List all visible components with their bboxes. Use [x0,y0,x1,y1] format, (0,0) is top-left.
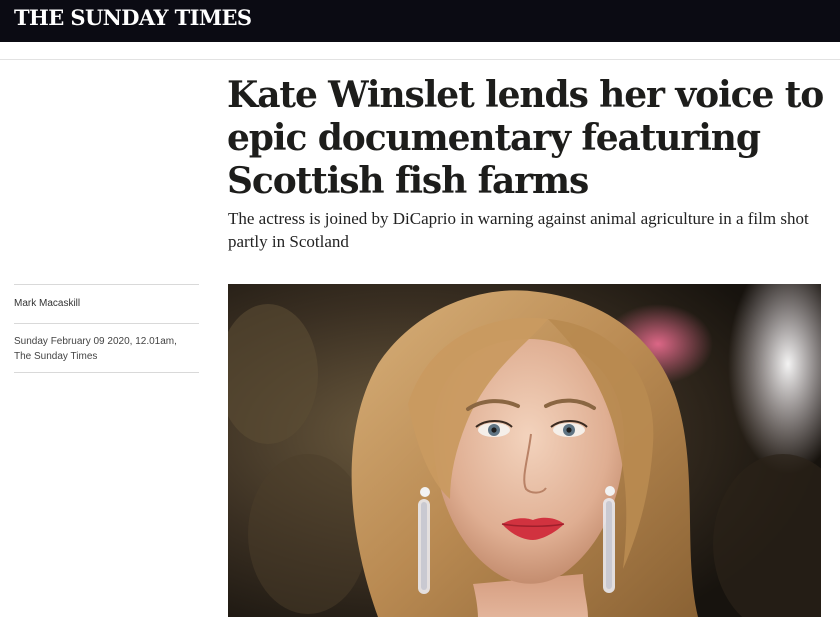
dateline: Sunday February 09 2020, 12.01am, The Su… [14,324,199,372]
earring-right [603,486,615,593]
top-bar: THE SUNDAY TIMES [0,0,840,42]
header-divider [0,59,840,60]
hero-image [228,284,821,617]
byline-divider [14,372,199,373]
masthead-logo[interactable]: THE SUNDAY TIMES [14,4,252,32]
author-link[interactable]: Mark Macaskill [14,285,199,323]
publication-name: The Sunday Times [14,351,98,362]
byline: Mark Macaskill Sunday February 09 2020, … [14,284,199,373]
earring-left [418,487,430,594]
article-standfirst: The actress is joined by DiCaprio in war… [228,209,809,251]
article-headline: Kate Winslet lends her voice to epic doc… [227,74,824,202]
publish-date: Sunday February 09 2020, 12.01am, [14,336,177,347]
